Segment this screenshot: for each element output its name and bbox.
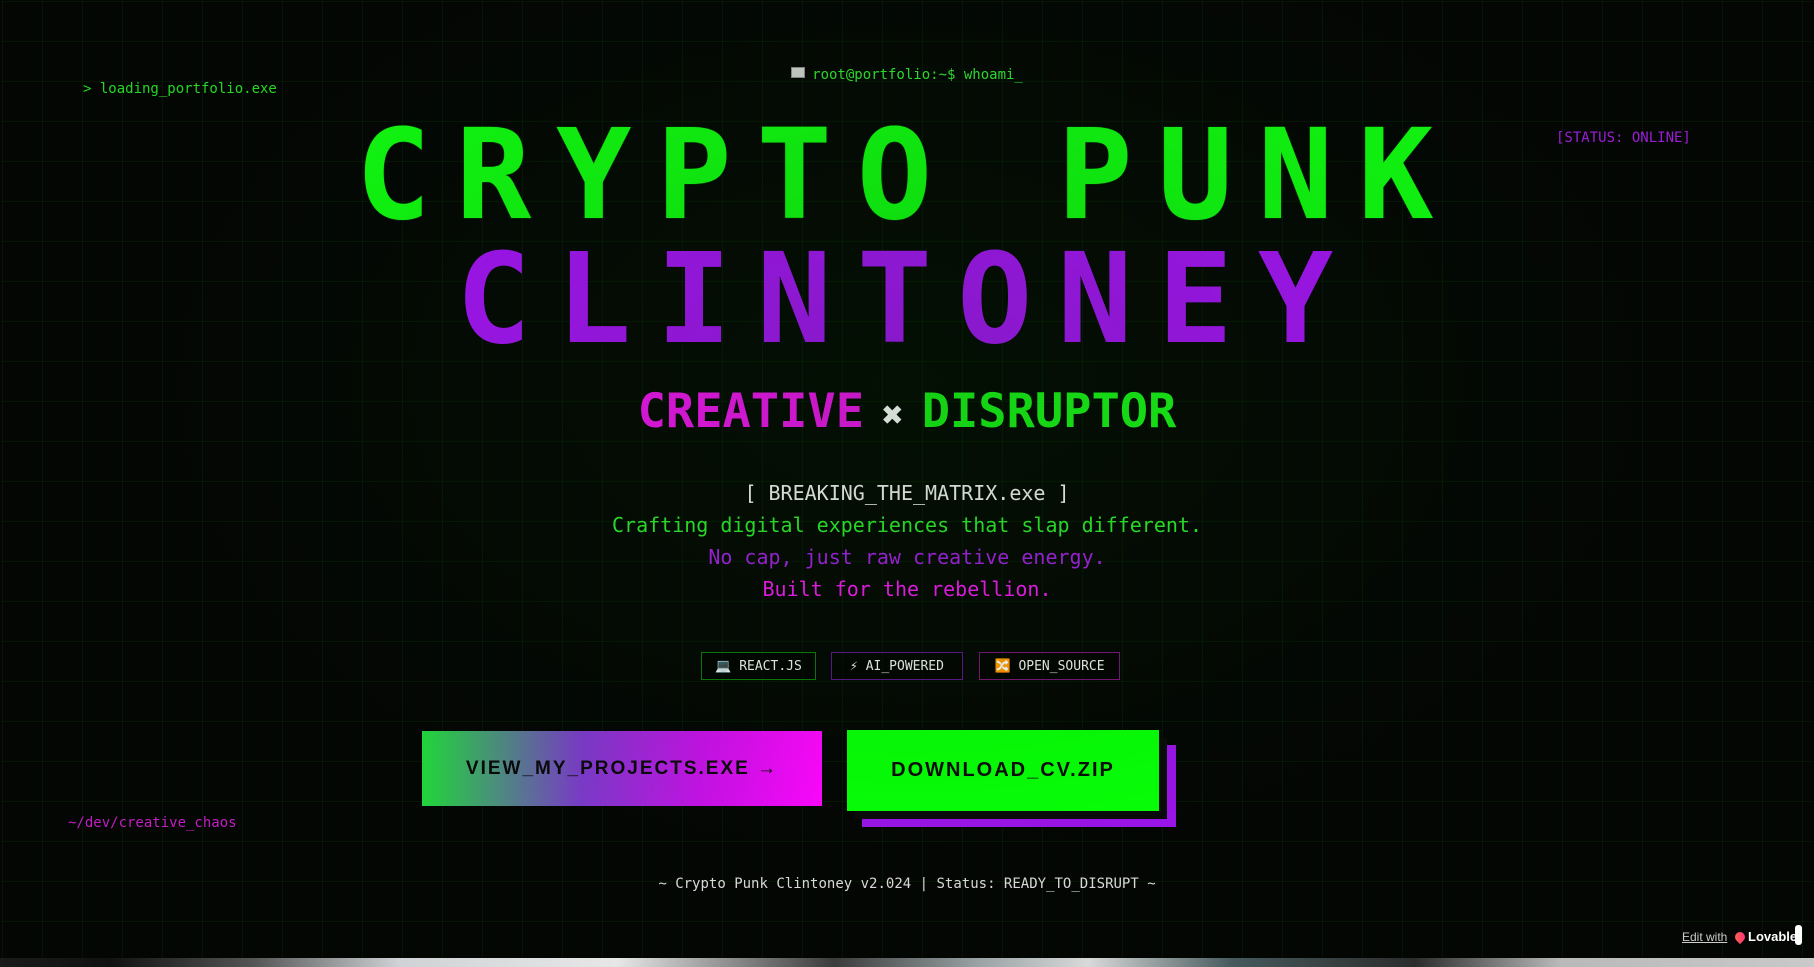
loading-label: > loading_portfolio.exe — [83, 81, 277, 97]
prompt-text: root@portfolio:~$ whoami_ — [812, 67, 1023, 83]
chip-ai-powered: ⚡ AI_POWERED — [831, 652, 963, 680]
chip-open-source: 🔀 OPEN_SOURCE — [979, 652, 1120, 680]
lovable-brand: Lovable — [1748, 929, 1798, 944]
next-section-peek — [0, 958, 1814, 967]
tagline-line-1: Crafting digital experiences that slap d… — [611, 513, 1202, 537]
subtitle-creative: CREATIVE — [637, 384, 864, 439]
hero-title-line-1: CRYPTO PUNK — [355, 103, 1459, 248]
hero-subtitle: CREATIVE ✖ DISRUPTOR — [2, 384, 1812, 444]
lightning-icon: ⚡ — [850, 659, 858, 674]
chip-label: OPEN_SOURCE — [1018, 659, 1105, 674]
lovable-badge[interactable]: Lovable — [1732, 929, 1798, 944]
laptop-icon: 💻 — [715, 659, 732, 674]
lovable-heart-icon — [1732, 929, 1748, 944]
tagline-line-3: Built for the rebellion. — [762, 577, 1052, 601]
hero-title-line-2: CLINTONEY — [455, 227, 1359, 372]
chip-react: 💻 REACT.JS — [701, 652, 816, 680]
cross-icon: ✖ — [882, 395, 904, 436]
hero-section: > loading_portfolio.exe [STATUS: ONLINE]… — [2, 1, 1812, 958]
subtitle-disruptor: DISRUPTOR — [921, 384, 1177, 439]
tagline-exe: [ BREAKING_THE_MATRIX.exe ] — [744, 481, 1070, 505]
shuffle-icon: 🔀 — [994, 659, 1011, 674]
terminal-icon — [791, 67, 806, 78]
download-cv-button[interactable]: DOWNLOAD_CV.ZIP — [847, 730, 1159, 811]
badge-close-handle[interactable] — [1795, 925, 1802, 945]
path-label: ~/dev/creative_chaos — [68, 815, 237, 831]
footer-version: ~ Crypto Punk Clintoney v2.024 | Status:… — [658, 876, 1156, 892]
chip-label: AI_POWERED — [865, 659, 944, 674]
edit-with-link[interactable]: Edit with — [1682, 930, 1727, 944]
tagline-line-2: No cap, just raw creative energy. — [708, 545, 1106, 569]
chip-label: REACT.JS — [739, 659, 802, 674]
terminal-prompt: root@portfolio:~$ whoami_ — [2, 67, 1812, 83]
view-projects-button[interactable]: VIEW_MY_PROJECTS.EXE → — [422, 731, 822, 806]
